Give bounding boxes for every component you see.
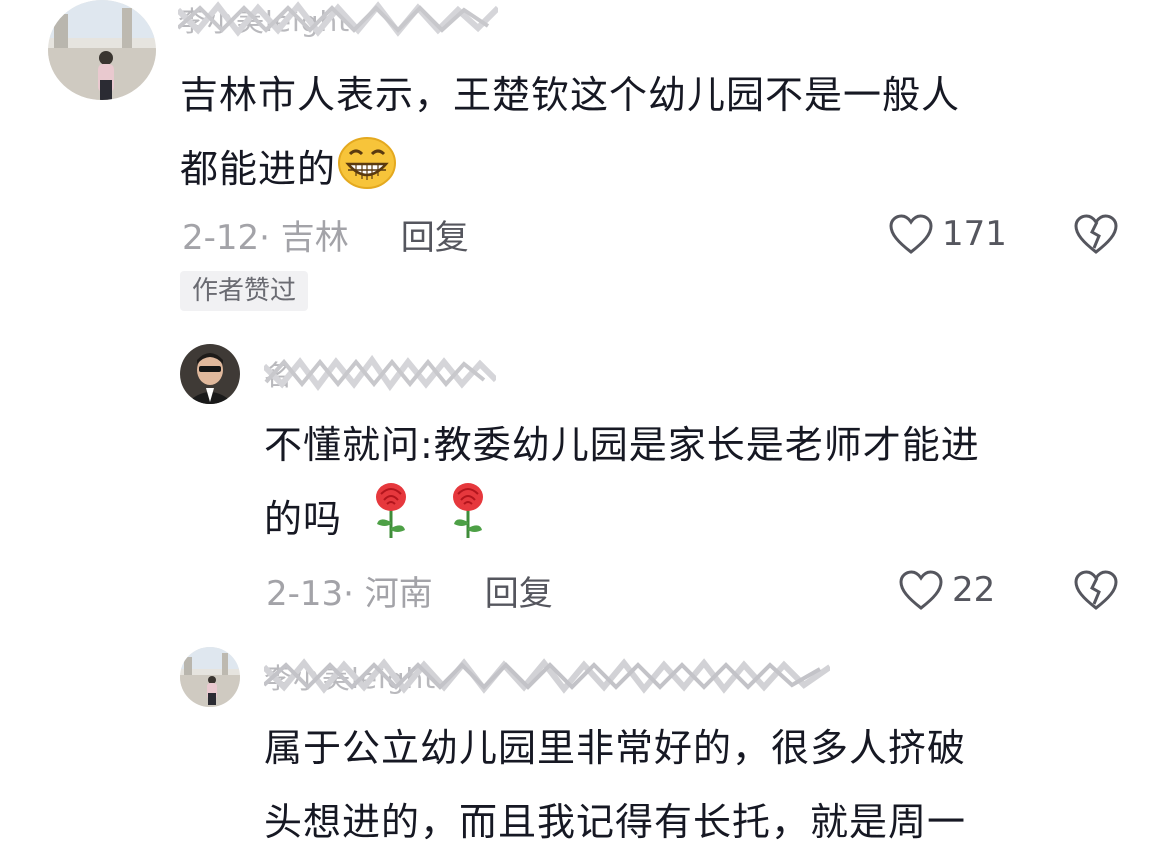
redaction-scribble: [178, 1, 498, 37]
avatar[interactable]: [180, 344, 240, 404]
like-button[interactable]: 22: [898, 568, 995, 612]
username[interactable]: 李小美leight: [264, 657, 830, 697]
comment-text: 不懂就问:教委幼儿园是家长是老师才能进 的吗: [264, 408, 1124, 564]
dislike-button[interactable]: [1072, 568, 1120, 612]
avatar[interactable]: [180, 647, 240, 707]
heart-icon: [899, 570, 943, 610]
avatar[interactable]: [48, 0, 156, 100]
reply-item: 名 不懂就问:教委幼儿园是家长是老师才能进 的吗 2-13· 河南 回复 22: [0, 340, 1152, 640]
avatar-photo: [180, 344, 240, 404]
date-location: 2-13· 河南: [266, 573, 433, 614]
comment-meta: 2-13· 河南 回复: [266, 566, 553, 615]
reply-button[interactable]: 回复: [485, 566, 553, 615]
rose-icon: [446, 482, 490, 564]
grinning-face-icon: [336, 136, 398, 214]
reply-item: 李小美leight 属于公立幼儿园里非常好的，很多人挤破 头想进的，而且我记得有…: [0, 645, 1152, 850]
like-count: 22: [952, 570, 996, 610]
username[interactable]: 名: [264, 354, 496, 394]
dislike-button[interactable]: [1072, 212, 1120, 256]
comment-text: 吉林市人表示，王楚钦这个幼儿园不是一般人 都能进的: [180, 58, 1120, 214]
author-liked-badge: 作者赞过: [180, 271, 309, 311]
username[interactable]: 李小美leight: [178, 0, 498, 40]
like-count: 171: [942, 214, 1007, 254]
avatar-photo: [180, 647, 240, 707]
reply-button[interactable]: 回复: [401, 210, 469, 259]
comment-meta: 2-12· 吉林 回复: [182, 210, 469, 259]
avatar-photo: [48, 0, 156, 100]
broken-heart-icon: [1074, 214, 1118, 254]
comment-item: 李小美leight 吉林市人表示，王楚钦这个幼儿园不是一般人 都能进的 2-12…: [0, 0, 1152, 330]
broken-heart-icon: [1074, 570, 1118, 610]
redaction-scribble: [264, 354, 496, 392]
redaction-scribble: [264, 658, 830, 694]
like-button[interactable]: 171: [888, 212, 1007, 256]
date-location: 2-12· 吉林: [182, 217, 349, 258]
heart-icon: [889, 214, 933, 254]
rose-icon: [369, 482, 413, 564]
comment-text: 属于公立幼儿园里非常好的，很多人挤破 头想进的，而且我记得有长托，就是周一: [264, 726, 967, 844]
